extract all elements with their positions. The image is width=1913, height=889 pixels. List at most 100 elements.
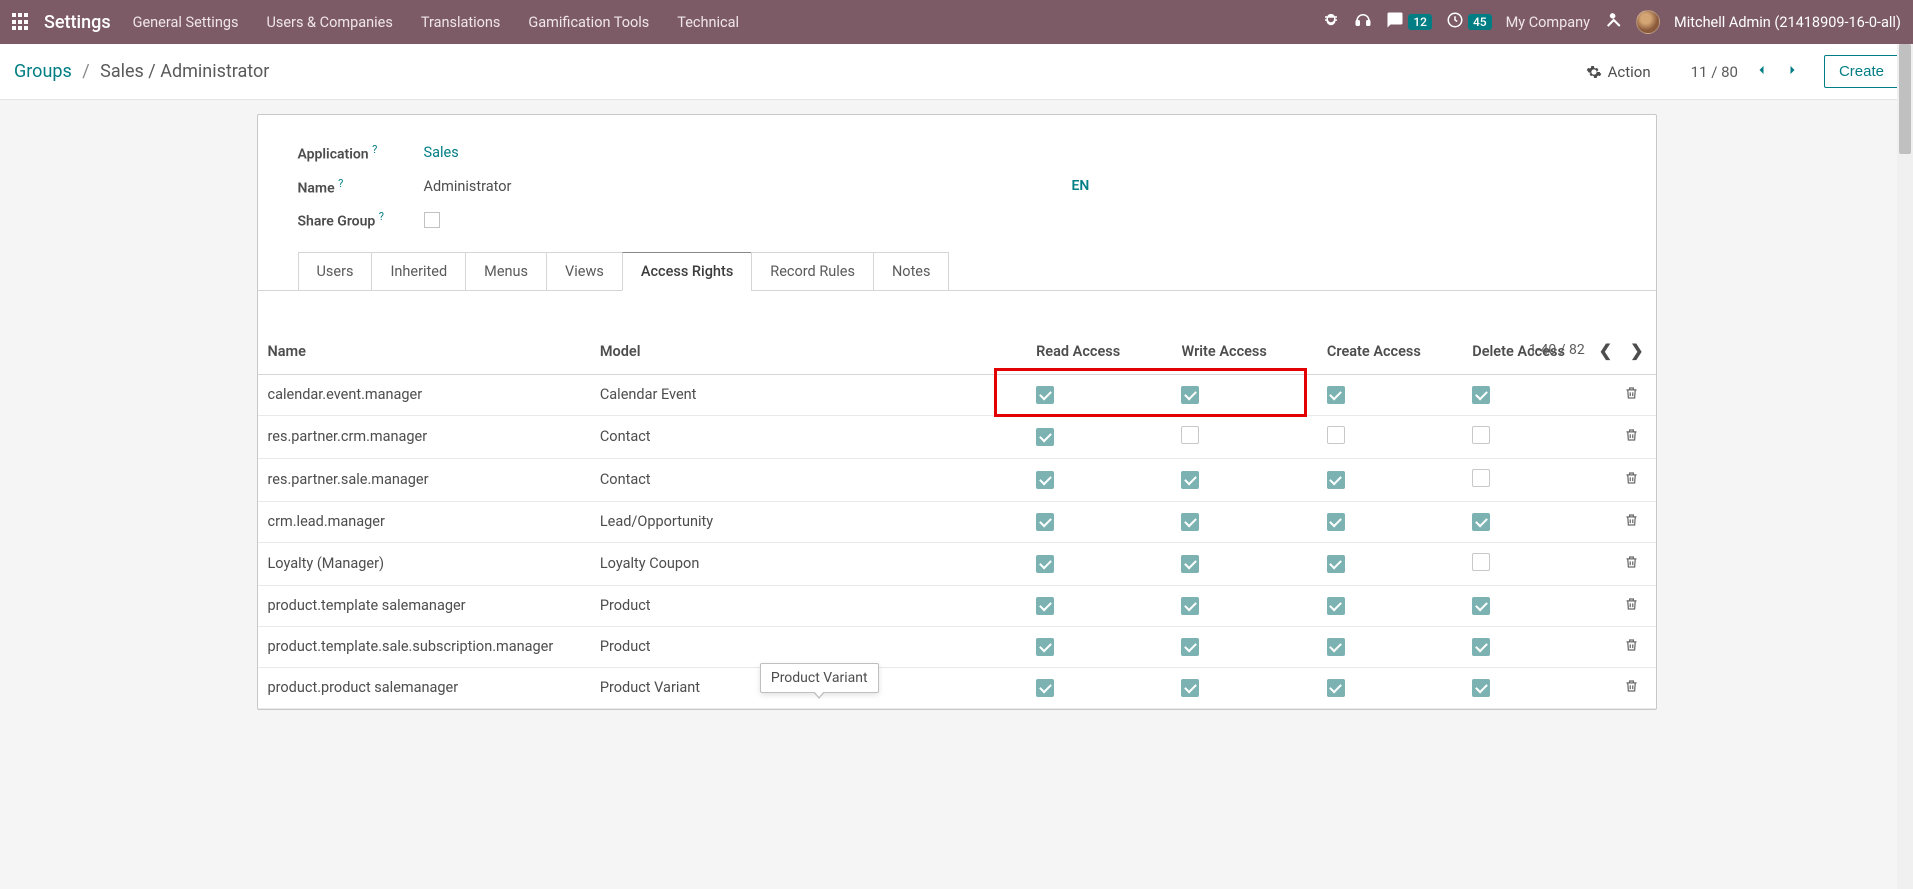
table-row[interactable]: res.partner.sale.manager Contact [258,458,1656,501]
language-badge[interactable]: EN [1071,178,1089,194]
cell-model[interactable]: Contact [590,458,1026,501]
create-button[interactable]: Create [1824,55,1899,88]
cell-model[interactable]: Calendar Event [590,374,1026,415]
help-icon[interactable]: ? [338,177,343,190]
application-value[interactable]: Sales [424,144,459,161]
checkbox-read[interactable] [1036,597,1054,615]
trash-icon[interactable] [1624,638,1639,657]
company-switcher[interactable]: My Company [1506,14,1590,31]
tab-notes[interactable]: Notes [873,252,950,291]
checkbox-create[interactable] [1327,597,1345,615]
help-icon[interactable]: ? [379,210,384,223]
help-icon[interactable]: ? [372,143,377,156]
checkbox-delete[interactable] [1472,426,1490,444]
checkbox-create[interactable] [1327,471,1345,489]
menu-general-settings[interactable]: General Settings [133,14,239,31]
table-row[interactable]: crm.lead.manager Lead/Opportunity [258,501,1656,542]
checkbox-delete[interactable] [1472,679,1490,697]
tab-menus[interactable]: Menus [465,252,547,291]
checkbox-write[interactable] [1181,638,1199,656]
col-read[interactable]: Read Access [1026,331,1171,375]
action-dropdown[interactable]: Action [1586,63,1651,81]
avatar[interactable] [1636,10,1660,34]
scrollbar-thumb[interactable] [1899,44,1911,154]
menu-translations[interactable]: Translations [421,14,501,31]
table-row[interactable]: product.template.sale.subscription.manag… [258,626,1656,667]
cell-name[interactable]: Loyalty (Manager) [258,542,590,585]
trash-icon[interactable] [1624,555,1639,574]
checkbox-read[interactable] [1036,679,1054,697]
table-row[interactable]: product.product salemanager Product Vari… [258,667,1656,708]
cell-name[interactable]: product.template salemanager [258,585,590,626]
app-name[interactable]: Settings [44,12,111,33]
table-row[interactable]: product.template salemanager Product [258,585,1656,626]
cell-name[interactable]: res.partner.crm.manager [258,415,590,458]
checkbox-read[interactable] [1036,513,1054,531]
discuss-button[interactable]: 12 [1386,11,1432,33]
support-icon[interactable] [1354,11,1372,33]
col-write[interactable]: Write Access [1171,331,1316,375]
checkbox-write[interactable] [1181,513,1199,531]
debug-icon[interactable] [1322,11,1340,33]
tab-record-rules[interactable]: Record Rules [751,252,874,291]
tab-access-rights[interactable]: Access Rights [622,252,752,291]
cell-model[interactable]: Lead/Opportunity [590,501,1026,542]
checkbox-create[interactable] [1327,679,1345,697]
table-row[interactable]: res.partner.crm.manager Contact [258,415,1656,458]
checkbox-delete[interactable] [1472,638,1490,656]
cell-model[interactable]: Product [590,585,1026,626]
pager-next-button[interactable] [1782,59,1802,84]
timer-button[interactable]: 45 [1446,11,1492,33]
col-create[interactable]: Create Access [1317,331,1462,375]
checkbox-create[interactable] [1327,386,1345,404]
tab-views[interactable]: Views [546,252,623,291]
checkbox-create[interactable] [1327,555,1345,573]
table-row[interactable]: calendar.event.manager Calendar Event [258,374,1656,415]
name-value[interactable]: Administrator [424,178,512,195]
checkbox-write[interactable] [1181,386,1199,404]
checkbox-read[interactable] [1036,638,1054,656]
checkbox-create[interactable] [1327,426,1345,444]
trash-icon[interactable] [1624,471,1639,490]
checkbox-read[interactable] [1036,428,1054,446]
scrollbar[interactable] [1897,44,1913,889]
tools-icon[interactable] [1604,11,1622,33]
list-pager-next[interactable]: ❯ [1626,341,1647,360]
cell-name[interactable]: calendar.event.manager [258,374,590,415]
menu-users-companies[interactable]: Users & Companies [266,14,392,31]
trash-icon[interactable] [1624,513,1639,532]
cell-name[interactable]: crm.lead.manager [258,501,590,542]
tab-users[interactable]: Users [298,252,373,291]
checkbox-write[interactable] [1181,471,1199,489]
trash-icon[interactable] [1624,386,1639,405]
trash-icon[interactable] [1624,597,1639,616]
checkbox-delete[interactable] [1472,553,1490,571]
checkbox-write[interactable] [1181,597,1199,615]
checkbox-delete[interactable] [1472,386,1490,404]
cell-name[interactable]: res.partner.sale.manager [258,458,590,501]
trash-icon[interactable] [1624,428,1639,447]
list-pager-text[interactable]: 1-40 / 82 [1529,342,1585,358]
breadcrumb-root[interactable]: Groups [14,61,72,82]
checkbox-write[interactable] [1181,679,1199,697]
record-pager[interactable]: 11 / 80 [1691,63,1738,81]
checkbox-delete[interactable] [1472,469,1490,487]
col-name[interactable]: Name [258,331,590,375]
checkbox-write[interactable] [1181,426,1199,444]
cell-model[interactable]: Contact [590,415,1026,458]
user-menu[interactable]: Mitchell Admin (21418909-16-0-all) [1674,14,1901,31]
checkbox-read[interactable] [1036,555,1054,573]
checkbox-write[interactable] [1181,555,1199,573]
cell-name[interactable]: product.template.sale.subscription.manag… [258,626,590,667]
menu-gamification-tools[interactable]: Gamification Tools [528,14,649,31]
trash-icon[interactable] [1624,679,1639,698]
checkbox-delete[interactable] [1472,597,1490,615]
cell-name[interactable]: product.product salemanager [258,667,590,708]
apps-icon[interactable] [12,13,30,31]
tab-inherited[interactable]: Inherited [371,252,466,291]
list-pager-prev[interactable]: ❮ [1595,341,1616,360]
share-group-checkbox[interactable] [424,212,440,228]
checkbox-create[interactable] [1327,638,1345,656]
checkbox-delete[interactable] [1472,513,1490,531]
menu-technical[interactable]: Technical [677,14,739,31]
